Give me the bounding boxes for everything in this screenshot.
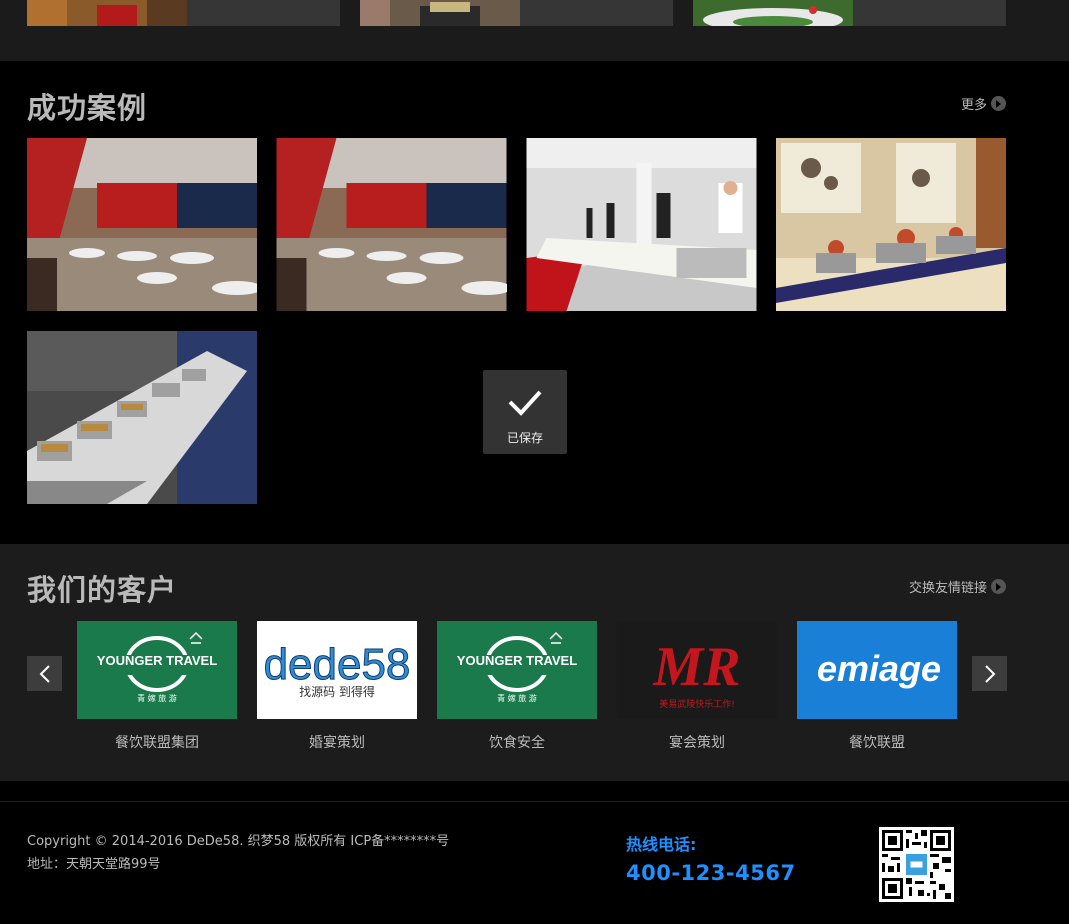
chevron-left-icon [39, 664, 50, 683]
qr-code-image [879, 827, 954, 902]
check-icon [508, 390, 542, 416]
svg-text:青 嫁 旅 游: 青 嫁 旅 游 [137, 693, 177, 703]
case-photo [27, 138, 257, 311]
mr-logo: MR 美易武陵快乐工作! [617, 621, 777, 719]
clients-title: 我们的客户 [27, 573, 178, 607]
case-photo [276, 138, 507, 311]
clients-section: 我们的客户 交换友情链接 YOUNGER TRAVEL 青 嫁 旅 游 餐饮联盟… [0, 544, 1069, 781]
cases-more-label: 更多 [961, 98, 988, 113]
chevron-right-icon [991, 96, 1007, 111]
case-photo [526, 138, 757, 311]
svg-text:青 嫁 旅 游: 青 嫁 旅 游 [497, 693, 537, 703]
hotline-number: 400-123-4567 [626, 861, 796, 885]
client-name: 餐饮联盟 [849, 735, 905, 751]
client-logo[interactable]: YOUNGER TRAVEL 青 嫁 旅 游 [437, 621, 597, 719]
client-logo[interactable]: emiage [797, 621, 957, 719]
client-name: 饮食安全 [489, 735, 545, 751]
client-logo[interactable]: MR 美易武陵快乐工作! [617, 621, 777, 719]
copyright-text: Copyright © 2014-2016 DeDe58. 织梦58 版权所有 … [27, 834, 450, 849]
svg-text:MR: MR [652, 636, 740, 698]
case-image[interactable] [526, 138, 757, 311]
top-card[interactable] [360, 0, 673, 26]
svg-text:找源码 到得得: 找源码 到得得 [299, 684, 375, 699]
dede58-logo: dede58 找源码 到得得 [257, 621, 417, 719]
footer-info: Copyright © 2014-2016 DeDe58. 织梦58 版权所有 … [27, 830, 449, 876]
client-logo[interactable]: dede58 找源码 到得得 [257, 621, 417, 719]
younger-travel-logo: YOUNGER TRAVEL 青 嫁 旅 游 [77, 621, 237, 719]
chevron-right-icon [984, 664, 995, 683]
top-card[interactable] [693, 0, 1006, 26]
footer-divider [0, 801, 1069, 802]
svg-text:YOUNGER TRAVEL: YOUNGER TRAVEL [97, 653, 217, 668]
case-image[interactable] [776, 138, 1006, 311]
top-card-image [360, 0, 520, 26]
carousel-prev-button[interactable] [27, 656, 62, 691]
qr-code [879, 827, 954, 902]
hotline-label: 热线电话: [626, 835, 697, 854]
clients-more-label: 交换友情链接 [909, 581, 988, 596]
top-card-image [693, 0, 853, 26]
cases-title: 成功案例 [27, 91, 148, 125]
svg-text:emiage: emiage [817, 648, 941, 689]
cases-more-link[interactable]: 更多 [961, 94, 1007, 113]
saved-toast: 已保存 [483, 370, 567, 454]
address-text: 地址：天朝天堂路99号 [27, 857, 161, 872]
client-name: 婚宴策划 [309, 735, 365, 751]
top-strip [0, 0, 1069, 61]
case-photo [776, 138, 1006, 311]
case-image[interactable] [276, 138, 507, 311]
clients-more-link[interactable]: 交换友情链接 [909, 577, 1007, 596]
emiage-logo: emiage [797, 621, 957, 719]
chevron-right-icon [991, 579, 1007, 594]
svg-text:dede58: dede58 [264, 640, 411, 689]
client-name: 宴会策划 [669, 735, 725, 751]
top-card[interactable] [27, 0, 340, 26]
case-photo [27, 331, 257, 504]
case-image[interactable] [27, 331, 257, 504]
case-image[interactable] [27, 138, 257, 311]
top-card-image [27, 0, 187, 26]
svg-text:YOUNGER TRAVEL: YOUNGER TRAVEL [457, 653, 577, 668]
carousel-next-button[interactable] [972, 656, 1007, 691]
client-name: 餐饮联盟集团 [115, 735, 199, 751]
younger-travel-logo: YOUNGER TRAVEL 青 嫁 旅 游 [437, 621, 597, 719]
client-logo[interactable]: YOUNGER TRAVEL 青 嫁 旅 游 [77, 621, 237, 719]
toast-text: 已保存 [506, 431, 543, 445]
svg-text:美易武陵快乐工作!: 美易武陵快乐工作! [659, 698, 735, 710]
